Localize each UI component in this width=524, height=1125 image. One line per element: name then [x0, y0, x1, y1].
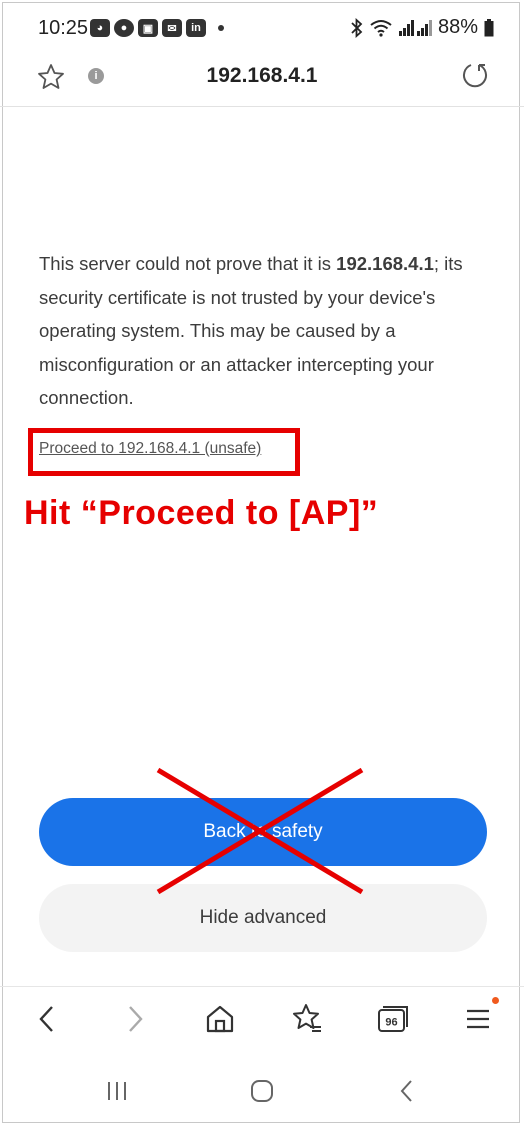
- back-to-safety-button[interactable]: Back to safety: [39, 798, 487, 866]
- signal-icon: [398, 19, 432, 36]
- home-icon[interactable]: [202, 1001, 238, 1037]
- back-nav-icon[interactable]: [392, 1076, 422, 1106]
- battery-icon: [484, 18, 494, 36]
- tabs-icon[interactable]: 96: [374, 1001, 410, 1037]
- address-bar: i 192.168.4.1: [0, 50, 524, 107]
- menu-notification-dot: [492, 997, 499, 1004]
- linkedin-icon: in: [186, 19, 206, 37]
- back-arrow-icon[interactable]: [30, 1001, 66, 1037]
- status-bar: 10:25 ◕ ● ▣ ✉ in 88%: [0, 0, 524, 50]
- hide-advanced-button[interactable]: Hide advanced: [39, 884, 487, 952]
- url-text[interactable]: 192.168.4.1: [0, 64, 524, 88]
- discord-icon: ◕: [90, 19, 110, 37]
- security-warning-message: This server could not prove that it is 1…: [39, 247, 489, 415]
- more-notifications-icon: [218, 25, 224, 31]
- message-prefix: This server could not prove that it is: [39, 253, 337, 274]
- tabs-count: 96: [385, 1017, 397, 1029]
- gallery-icon: ▣: [138, 19, 158, 37]
- message-suffix: ; its security certificate is not truste…: [39, 253, 463, 408]
- bookmarks-icon[interactable]: [288, 1001, 324, 1037]
- chat-icon: ●: [114, 19, 134, 37]
- status-right: 88%: [350, 16, 494, 39]
- annotation-highlight-box: [28, 428, 300, 476]
- annotation-text: Hit “Proceed to [AP]”: [24, 494, 379, 532]
- wifi-icon: [370, 19, 392, 37]
- bluetooth-icon: [351, 17, 363, 38]
- status-time: 10:25: [38, 17, 89, 39]
- menu-icon[interactable]: [460, 1001, 496, 1037]
- recent-apps-icon[interactable]: [102, 1076, 132, 1106]
- reload-icon[interactable]: [460, 60, 490, 90]
- screen-frame: [2, 2, 520, 1123]
- email-icon: ✉: [162, 19, 182, 37]
- home-nav-icon[interactable]: [247, 1076, 277, 1106]
- message-host: 192.168.4.1: [336, 253, 434, 274]
- system-nav-bar: [0, 1058, 524, 1120]
- battery-percent: 88%: [437, 16, 478, 38]
- browser-toolbar: 96: [0, 986, 524, 1055]
- notification-icons: ◕ ● ▣ ✉ in: [90, 19, 224, 37]
- forward-arrow-icon[interactable]: [116, 1001, 152, 1037]
